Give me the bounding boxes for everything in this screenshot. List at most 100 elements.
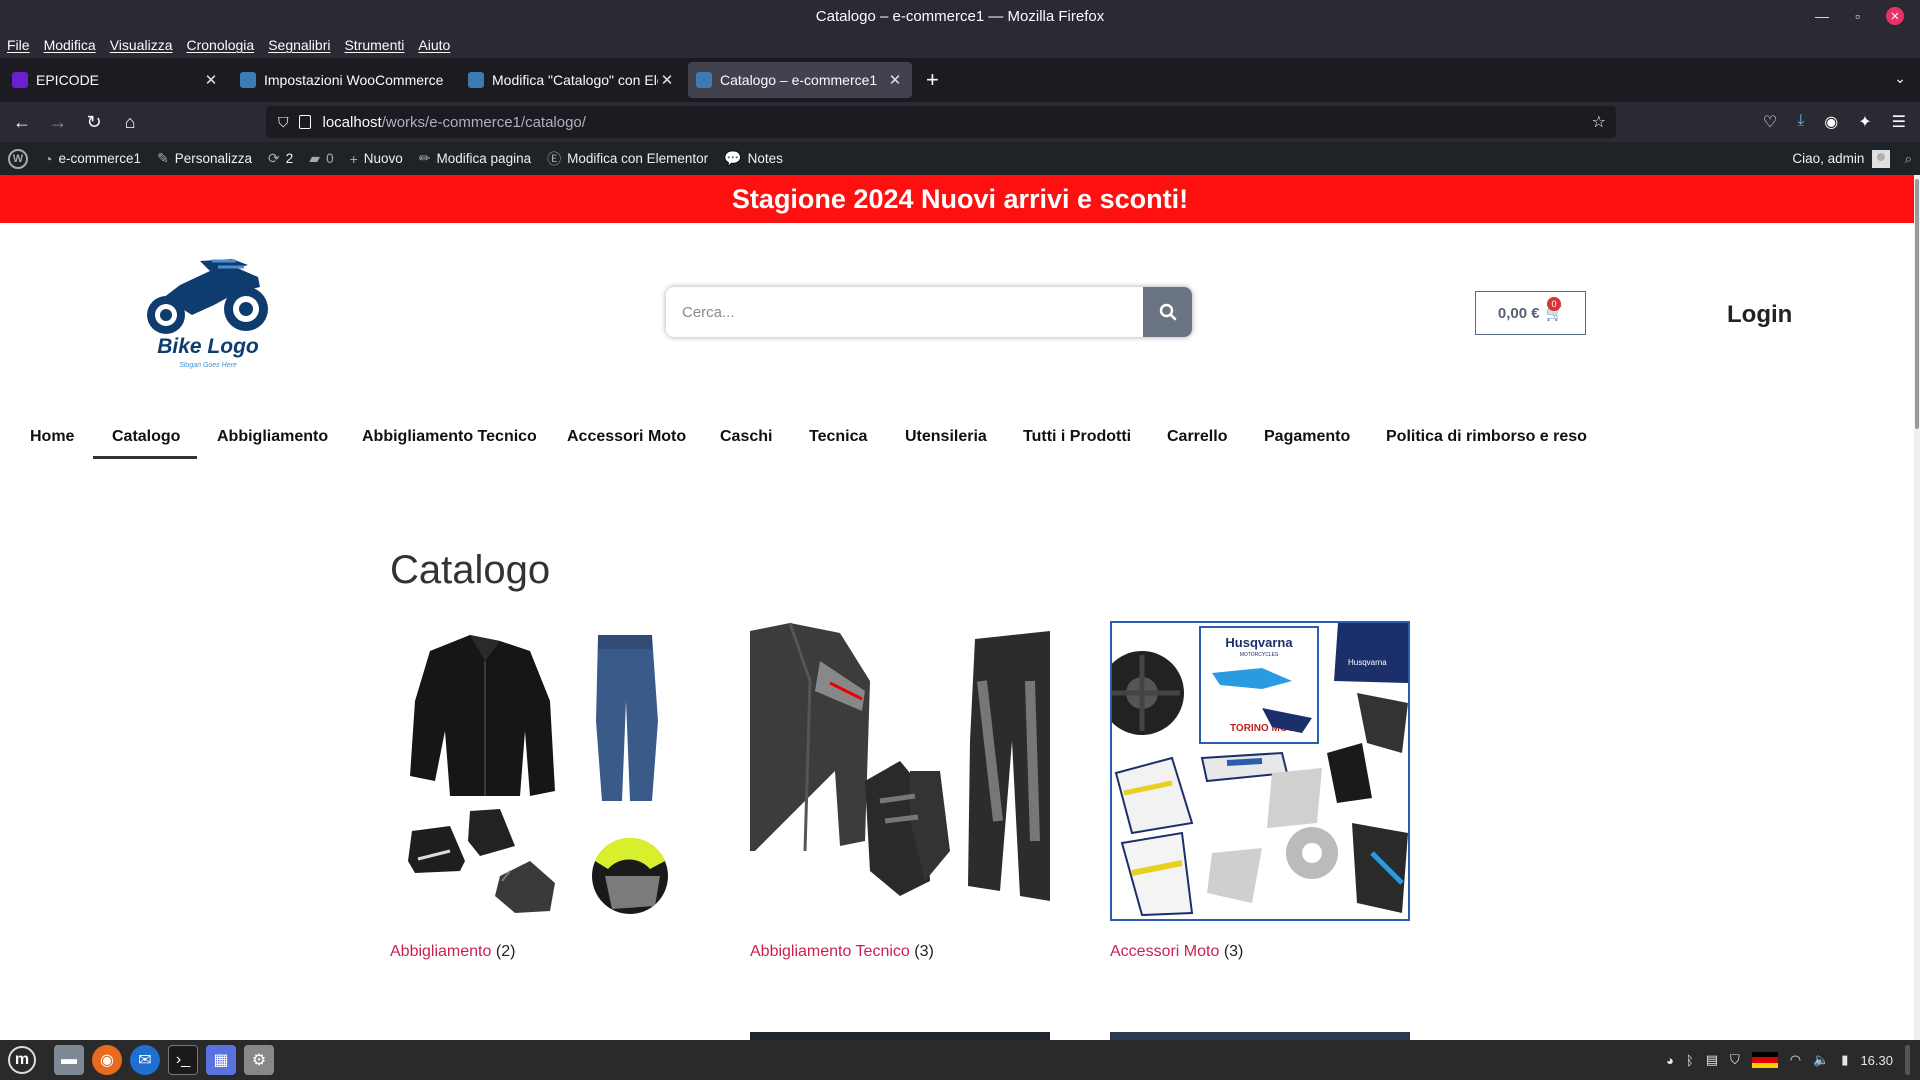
wp-new[interactable]: + Nuovo: [342, 142, 411, 175]
updates-icon: ⟳: [268, 150, 280, 166]
category-image-partial[interactable]: [1110, 1032, 1410, 1040]
minimize-icon[interactable]: —: [1815, 8, 1829, 24]
nav-politica-rimborso[interactable]: Politica di rimborso e reso: [1386, 428, 1587, 446]
nav-accessori-moto[interactable]: Accessori Moto: [567, 428, 686, 446]
new-tab-icon[interactable]: +: [926, 67, 939, 93]
app-menu-icon[interactable]: ☰: [1892, 112, 1906, 132]
category-name[interactable]: Abbigliamento Tecnico: [750, 943, 910, 960]
menu-visualizza[interactable]: Visualizza: [110, 37, 173, 53]
tab-epicode[interactable]: EPICODE ✕: [4, 62, 228, 98]
wp-edit-elementor[interactable]: Ⓔ Modifica con Elementor: [539, 142, 716, 175]
page-info-icon[interactable]: [298, 115, 311, 129]
wp-updates[interactable]: ⟳ 2: [260, 142, 301, 175]
tracking-protection-icon[interactable]: ⛉: [278, 114, 289, 131]
wp-user-greeting[interactable]: Ciao, admin: [1792, 151, 1864, 166]
thunderbird-icon[interactable]: ✉: [130, 1045, 160, 1075]
wp-edit-page[interactable]: ✏ Modifica pagina: [411, 142, 539, 175]
category-caption[interactable]: Abbigliamento (2): [390, 943, 515, 961]
menu-modifica[interactable]: Modifica: [44, 37, 96, 53]
window-title: Catalogo – e-commerce1 — Mozilla Firefox: [815, 7, 1105, 25]
files-icon[interactable]: ▬: [54, 1045, 84, 1075]
tab-close-icon[interactable]: ✕: [886, 71, 904, 89]
account-icon[interactable]: ◉: [1824, 112, 1838, 132]
extensions-icon[interactable]: ✦: [1858, 112, 1871, 132]
wp-comments-count: 0: [326, 151, 334, 166]
category-name[interactable]: Accessori Moto: [1110, 943, 1219, 960]
scrollbar-thumb[interactable]: [1915, 179, 1919, 429]
wp-notes[interactable]: 💬 Notes: [716, 142, 791, 175]
mini-cart-button[interactable]: 0,00 € 🛒 0: [1475, 291, 1586, 335]
forward-icon[interactable]: →: [40, 112, 76, 133]
nav-carrello[interactable]: Carrello: [1167, 428, 1227, 446]
terminal-icon[interactable]: ›_: [168, 1045, 198, 1075]
battery-icon[interactable]: ▮: [1841, 1052, 1848, 1068]
menu-segnalibri[interactable]: Segnalibri: [268, 37, 330, 53]
nav-pagamento[interactable]: Pagamento: [1264, 428, 1350, 446]
clock[interactable]: 16.30: [1860, 1053, 1893, 1068]
tab-woocommerce-settings[interactable]: Impostazioni WooCommerce: [232, 62, 456, 98]
reload-icon[interactable]: ↻: [76, 112, 112, 133]
menu-file[interactable]: File: [7, 37, 30, 53]
volume-icon[interactable]: 🔈: [1813, 1052, 1829, 1068]
nav-abbigliamento-tecnico[interactable]: Abbigliamento Tecnico: [362, 428, 537, 446]
avatar[interactable]: [1872, 149, 1891, 168]
category-caption[interactable]: Accessori Moto (3): [1110, 943, 1243, 961]
wp-customize[interactable]: ✎ Personalizza: [149, 142, 260, 175]
category-name[interactable]: Abbigliamento: [390, 943, 491, 960]
maximize-icon[interactable]: ▫: [1855, 8, 1860, 24]
bluetooth-icon[interactable]: ᛒ: [1686, 1053, 1694, 1068]
pocket-icon[interactable]: ♡: [1763, 112, 1777, 132]
menu-strumenti[interactable]: Strumenti: [344, 37, 404, 53]
category-card-accessori-moto[interactable]: Husqvarna MOTORCYCLES TORINO MOTO Husqva…: [1110, 621, 1410, 960]
shield-icon[interactable]: ⛉: [1730, 1052, 1740, 1068]
menu-cronologia[interactable]: Cronologia: [186, 37, 254, 53]
tab-elementor-edit[interactable]: Modifica "Catalogo" con Ele ✕: [460, 62, 684, 98]
back-icon[interactable]: ←: [4, 112, 40, 133]
category-image[interactable]: Husqvarna MOTORCYCLES TORINO MOTO Husqva…: [1110, 621, 1410, 921]
menu-aiuto[interactable]: Aiuto: [418, 37, 450, 53]
bookmark-star-icon[interactable]: ☆: [1592, 112, 1606, 132]
nav-catalogo[interactable]: Catalogo: [112, 428, 180, 446]
nav-tecnica[interactable]: Tecnica: [809, 428, 867, 446]
close-window-icon[interactable]: ✕: [1886, 7, 1904, 25]
discord-icon[interactable]: ◕: [1666, 1053, 1674, 1068]
wp-search-icon[interactable]: ⌕: [1904, 151, 1912, 167]
category-image[interactable]: [750, 621, 1050, 921]
search-input[interactable]: [666, 287, 1143, 337]
wordpress-logo-icon[interactable]: W: [8, 148, 28, 169]
nav-home[interactable]: Home: [30, 428, 74, 446]
wp-comments[interactable]: ▰ 0: [301, 142, 341, 175]
wp-site-name[interactable]: ◔ e-commerce1: [36, 142, 149, 175]
category-card-abbigliamento[interactable]: Abbigliamento (2): [390, 621, 690, 960]
firefox-icon[interactable]: ◉: [92, 1045, 122, 1075]
keyboard-layout-flag-icon[interactable]: [1751, 1052, 1778, 1068]
tab-close-icon[interactable]: ✕: [658, 71, 676, 89]
mint-menu-icon[interactable]: m: [8, 1046, 36, 1074]
tab-close-icon[interactable]: ✕: [202, 71, 220, 89]
search-button[interactable]: [1143, 287, 1192, 337]
clipboard-icon[interactable]: ▤: [1706, 1052, 1718, 1068]
login-link[interactable]: Login: [1727, 301, 1792, 329]
url-bar[interactable]: ⛉ localhost/works/e-commerce1/catalogo/ …: [266, 106, 1616, 138]
category-caption[interactable]: Abbigliamento Tecnico (3): [750, 943, 934, 961]
nav-utensileria[interactable]: Utensileria: [905, 428, 987, 446]
nav-abbigliamento[interactable]: Abbigliamento: [217, 428, 328, 446]
wp-edit-page-label: Modifica pagina: [436, 151, 532, 166]
page-scrollbar[interactable]: [1914, 175, 1920, 1040]
tab-catalogo[interactable]: Catalogo – e-commerce1 ✕: [688, 62, 912, 98]
site-logo[interactable]: Bike Logo Slogan Goes Here: [140, 253, 275, 373]
category-image-partial[interactable]: [750, 1032, 1050, 1040]
settings-icon[interactable]: ⚙: [244, 1045, 274, 1075]
nav-tutti-i-prodotti[interactable]: Tutti i Prodotti: [1023, 428, 1131, 446]
category-image[interactable]: [390, 621, 690, 921]
list-all-tabs-icon[interactable]: ⌄: [1894, 70, 1906, 87]
show-desktop-handle[interactable]: [1905, 1045, 1910, 1075]
cart-total: 0,00 €: [1497, 304, 1540, 322]
wp-customize-label: Personalizza: [174, 151, 253, 166]
screenshot-icon[interactable]: ▦: [206, 1045, 236, 1075]
wifi-icon[interactable]: ◠: [1790, 1052, 1801, 1068]
nav-caschi[interactable]: Caschi: [720, 428, 772, 446]
downloads-icon[interactable]: ⤓: [1797, 112, 1804, 132]
home-icon[interactable]: ⌂: [112, 112, 148, 133]
category-card-abbigliamento-tecnico[interactable]: Abbigliamento Tecnico (3): [750, 621, 1050, 960]
